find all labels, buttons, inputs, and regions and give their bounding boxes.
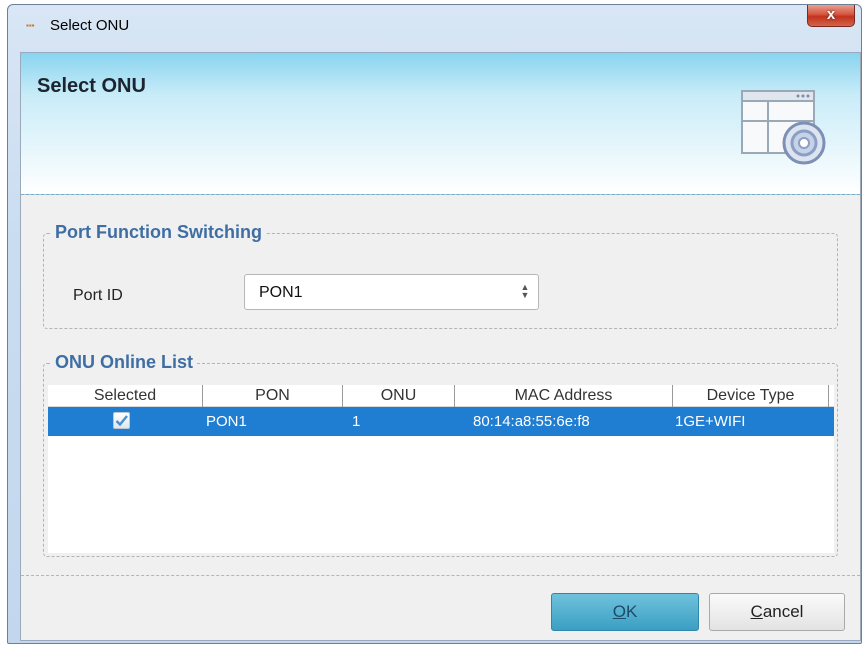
onu-table: Selected PON ONU MAC Address Device Type… bbox=[48, 385, 834, 553]
table-header: Selected PON ONU MAC Address Device Type bbox=[48, 385, 834, 407]
title-bar[interactable]: ▪▪▪ Select ONU x bbox=[8, 5, 861, 47]
table-row[interactable]: PON1 1 80:14:a8:55:6e:f8 1GE+WIFI bbox=[48, 407, 834, 436]
port-id-label: Port ID bbox=[73, 287, 123, 304]
up-down-arrows-icon: ▲ ▼ bbox=[520, 282, 530, 300]
cell-device-type: 1GE+WIFI bbox=[675, 413, 746, 430]
cell-pon: PON1 bbox=[206, 413, 247, 430]
window-title: Select ONU bbox=[50, 17, 130, 34]
ok-button[interactable]: OK bbox=[551, 593, 699, 631]
port-id-select[interactable]: PON1 ▲ ▼ bbox=[244, 274, 539, 310]
port-function-group-title: Port Function Switching bbox=[52, 222, 265, 243]
port-function-group: Port Function Switching Port ID PON1 ▲ ▼ bbox=[43, 222, 838, 329]
onu-online-list-group-title: ONU Online List bbox=[52, 352, 197, 373]
selected-checkbox[interactable] bbox=[113, 412, 130, 429]
onu-online-list-group: ONU Online List Selected PON ONU MAC Add… bbox=[43, 352, 838, 557]
app-icon: ▪▪▪ bbox=[26, 21, 35, 30]
port-id-value: PON1 bbox=[259, 284, 303, 301]
column-header-pon[interactable]: PON bbox=[203, 385, 343, 407]
dialog-client-area: Select ONU Port Function Switching Port … bbox=[20, 52, 861, 641]
column-header-onu[interactable]: ONU bbox=[343, 385, 455, 407]
window-settings-icon bbox=[741, 90, 826, 165]
column-header-device-type[interactable]: Device Type bbox=[673, 385, 829, 407]
column-header-mac-address[interactable]: MAC Address bbox=[455, 385, 673, 407]
footer-separator bbox=[21, 575, 860, 576]
column-header-selected[interactable]: Selected bbox=[48, 385, 203, 407]
header-banner: Select ONU bbox=[21, 53, 860, 195]
banner-title: Select ONU bbox=[37, 75, 146, 97]
close-button[interactable]: x bbox=[807, 5, 855, 27]
cancel-button[interactable]: Cancel bbox=[709, 593, 845, 631]
cell-mac-address: 80:14:a8:55:6e:f8 bbox=[473, 413, 590, 430]
checkmark-icon bbox=[115, 415, 128, 427]
dialog-window: ▪▪▪ Select ONU x Select ONU Port Functio… bbox=[7, 4, 862, 644]
cell-onu: 1 bbox=[352, 413, 361, 430]
